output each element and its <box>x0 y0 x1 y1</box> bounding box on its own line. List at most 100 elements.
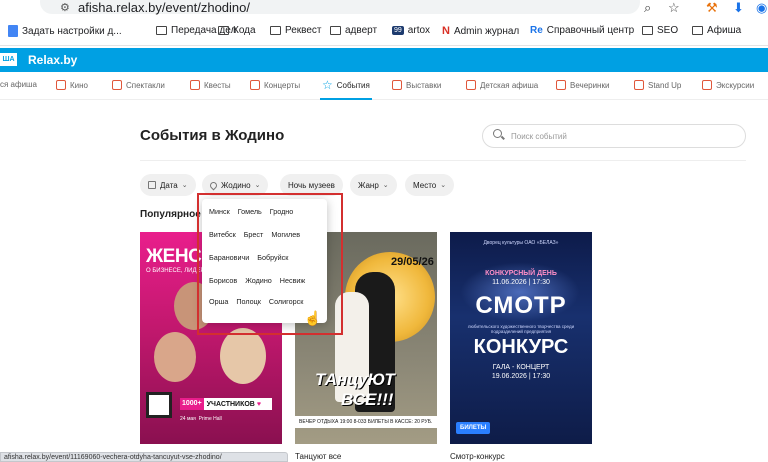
bookmark-label: Афиша <box>707 25 742 36</box>
tab-concerts[interactable]: Концерты <box>250 80 300 90</box>
chevron-down-icon: ⌄ <box>181 182 188 189</box>
event-poster[interactable]: Дворец культуры ОАО «БЕЛАЗ» КОНКУРСНЫЙ Д… <box>450 232 592 444</box>
bookmark-label: SEO <box>657 25 679 36</box>
browser-status-bar: afisha.relax.by/event/11169060-vechera-o… <box>0 452 288 462</box>
tab-standup[interactable]: Stand Up <box>634 80 681 90</box>
n-icon: N <box>442 25 450 37</box>
folder-icon <box>218 26 229 35</box>
kids-icon <box>466 80 476 90</box>
zoom-icon[interactable]: ⌕ <box>644 0 651 16</box>
tab-label: Детская афиша <box>480 80 539 90</box>
quest-icon <box>190 80 200 90</box>
chevron-down-icon: ⌄ <box>254 182 261 189</box>
bookmark-item[interactable]: Реквест <box>270 25 322 36</box>
bookmark-item[interactable]: SEO <box>642 25 678 36</box>
qr-code <box>146 392 172 418</box>
poster-description: любительского художественного творчества… <box>467 324 575 334</box>
profile-icon[interactable]: ◉ <box>756 0 767 16</box>
section-title: Популярное <box>140 209 201 220</box>
speaker-photo <box>154 332 196 382</box>
afisha-logo-badge[interactable]: ША <box>0 53 17 66</box>
tab-kids[interactable]: Детская афиша <box>466 80 538 90</box>
poster-date: 29/05/26 <box>391 256 434 268</box>
location-pin-icon <box>208 180 219 190</box>
tab-parties[interactable]: Вечеринки <box>556 80 609 90</box>
cinema-icon <box>56 80 66 90</box>
search-input[interactable] <box>511 128 731 144</box>
tab-label: Выставки <box>406 80 442 90</box>
tickets-badge[interactable]: БИЛЕТЫ <box>456 422 491 434</box>
participants-banner: 1000+ УЧАСТНИКОВ ♥ <box>180 398 272 410</box>
bookmark-label: адверт <box>345 25 378 36</box>
tab-all[interactable]: ся афиша <box>0 80 37 89</box>
bookmark-label: Задать настройки д... <box>22 25 122 37</box>
filter-genre[interactable]: Жанр ⌄ <box>350 174 397 196</box>
heart-icon: ♥ <box>256 400 261 408</box>
bookmark-item[interactable]: 99 artox <box>392 25 430 36</box>
speaker-photo <box>220 328 266 384</box>
tab-label: Экскурсии <box>716 80 755 90</box>
tab-label: Вечеринки <box>570 80 610 90</box>
filter-date[interactable]: Дата ⌄ <box>140 174 196 196</box>
bookmark-star-icon[interactable]: ☆ <box>668 0 680 16</box>
tab-theatre[interactable]: Спектакли <box>112 80 165 90</box>
tab-cinema[interactable]: Кино <box>56 80 88 90</box>
tab-label: Stand Up <box>648 80 682 90</box>
url-text[interactable]: afisha.relax.by/event/zhodino/ <box>78 0 250 15</box>
tab-label: ся афиша <box>0 80 37 89</box>
tab-label: Квесты <box>204 80 231 90</box>
folder-icon <box>270 26 281 35</box>
poster-venue: Prime Hall <box>198 416 222 422</box>
site-info-icon[interactable]: ⚙ <box>60 1 70 14</box>
poster-headline: СМОТР <box>475 292 567 319</box>
search-box[interactable] <box>482 124 746 148</box>
relax-logo[interactable]: Relax.by <box>28 53 77 67</box>
filter-label: Дата <box>160 180 178 190</box>
browser-address-bar: ⚙ afisha.relax.by/event/zhodino/ ⌕ ☆ ⚒ ⬇… <box>0 0 768 18</box>
filter-label: Место <box>413 180 437 190</box>
excursion-icon <box>702 80 712 90</box>
bookmark-item[interactable]: Re Справочный центр <box>530 25 634 36</box>
tab-excursions[interactable]: Экскурсии <box>702 80 754 90</box>
tab-events[interactable]: ☆ События <box>322 79 370 91</box>
folder-icon <box>156 26 167 35</box>
calendar-icon <box>148 181 156 189</box>
event-title[interactable]: Танцуют все <box>295 452 341 461</box>
download-icon[interactable]: ⬇ <box>733 0 744 16</box>
poster-organizer: Дворец культуры ОАО «БЕЛАЗ» <box>483 240 559 246</box>
bookmark-item[interactable]: Кода <box>218 25 256 36</box>
poster-headline: ТАнцуЮТ <box>315 370 395 389</box>
bookmark-item[interactable]: Задать настройки д... <box>8 25 122 37</box>
search-icon <box>493 129 502 138</box>
filter-label: Ночь музеев <box>288 180 335 190</box>
folder-icon <box>692 26 703 35</box>
bookmark-label: Admin журнал <box>453 25 520 37</box>
hand-cursor-icon: ☝ <box>304 310 322 326</box>
poster-headline: КОНКУРС <box>473 336 569 358</box>
tab-exhibitions[interactable]: Выставки <box>392 80 441 90</box>
tab-quests[interactable]: Квесты <box>190 80 231 90</box>
divider <box>140 160 746 161</box>
extension-icon[interactable]: ⚒ <box>706 0 718 16</box>
page-title: События в Жодино <box>140 127 285 144</box>
event-title[interactable]: Смотр-конкурс <box>450 452 505 461</box>
filter-place[interactable]: Место ⌄ <box>405 174 455 196</box>
bookmark-label: Реквест <box>285 25 322 36</box>
bookmark-item[interactable]: адверт <box>330 25 377 36</box>
document-icon <box>8 25 18 37</box>
bookmark-item[interactable]: N Admin журнал <box>442 25 519 37</box>
site-header: ША Relax.by <box>0 48 768 72</box>
event-card[interactable]: Дворец культуры ОАО «БЕЛАЗ» КОНКУРСНЫЙ Д… <box>450 232 592 444</box>
bookmark-item[interactable]: Афиша <box>692 25 741 36</box>
bookmark-label: artox <box>407 25 431 36</box>
tickets-label: БИЛЕТЫ <box>460 425 487 431</box>
category-nav: ся афиша Кино Спектакли Квесты Концерты … <box>0 72 768 100</box>
tab-label: Кино <box>70 80 88 90</box>
folder-icon <box>330 26 341 35</box>
filter-label: Жанр <box>358 180 379 190</box>
poster-day: КОНКУРСНЫЙ ДЕНЬ <box>485 270 557 277</box>
folder-icon <box>642 26 653 35</box>
concert-icon <box>250 80 260 90</box>
bookmarks-bar: Задать настройки д... Передача дел Кода … <box>0 20 768 46</box>
tab-label: Концерты <box>264 80 301 90</box>
